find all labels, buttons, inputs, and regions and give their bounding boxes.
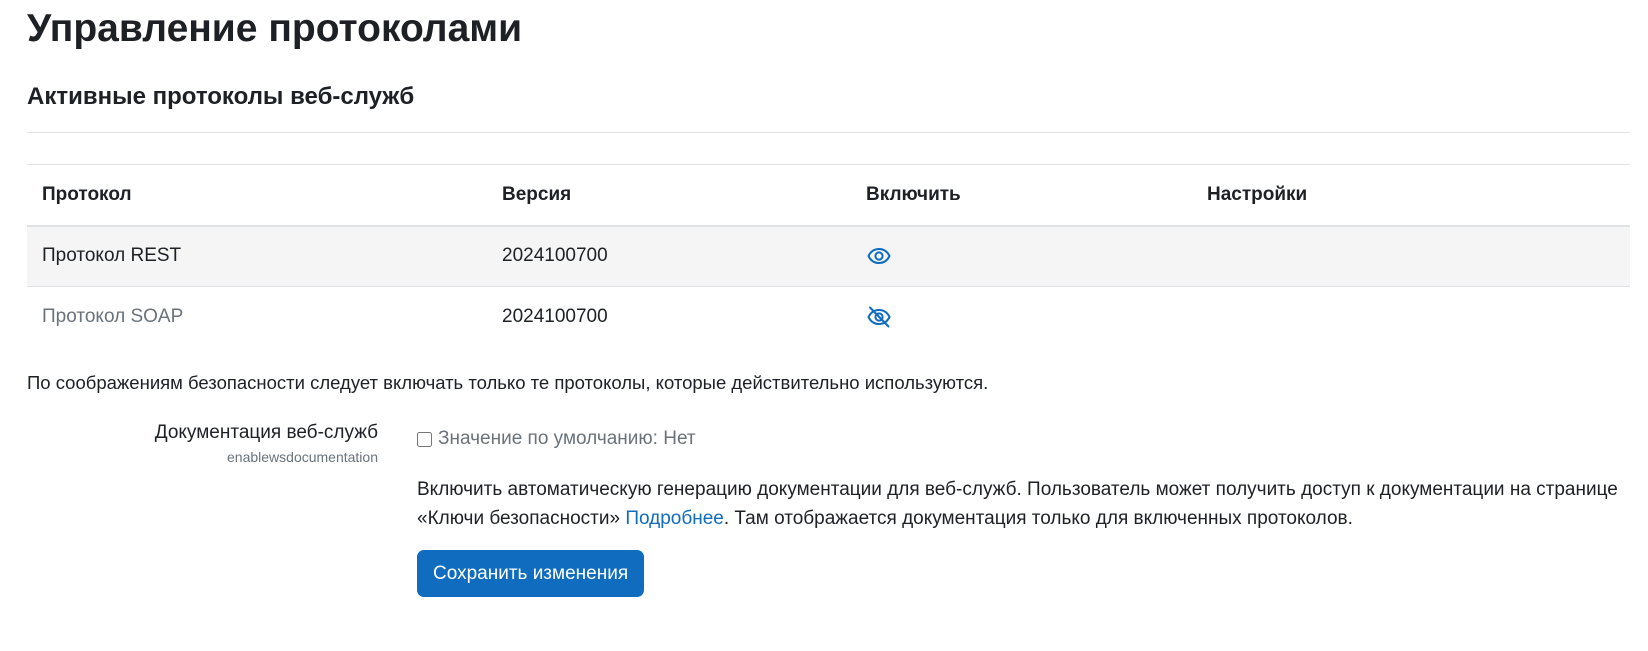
setting-key: enablewsdocumentation [227,449,378,465]
security-note: По соображениям безопасности следует вкл… [27,372,989,393]
protocols-table: Протокол Версия Включить Настройки Прото… [27,165,1630,347]
table-row: Протокол REST 2024100700 [27,226,1630,287]
divider [27,132,1630,133]
setting-name: Документация веб-служб [154,422,378,443]
header-enable: Включить [851,165,1192,227]
header-protocol: Протокол [27,165,487,227]
default-value-label: Значение по умолчанию: Нет [438,428,696,449]
protocol-version: 2024100700 [502,305,608,327]
eye-slash-icon[interactable] [866,304,892,330]
protocol-name: Протокол SOAP [42,305,184,327]
table-row: Протокол SOAP 2024100700 [27,286,1630,347]
header-version: Версия [487,165,851,227]
eye-icon[interactable] [866,243,892,269]
protocol-settings [1192,286,1630,347]
save-button[interactable]: Сохранить изменения [417,550,645,597]
setting-description: Включить автоматическую генерацию докуме… [417,475,1637,533]
default-value-checkbox[interactable]: Значение по умолчанию: Нет [417,427,696,451]
description-text-end: . Там отображается документация только д… [723,508,1353,529]
table-header-row: Протокол Версия Включить Настройки [27,165,1630,227]
setting-label: Документация веб-служб enablewsdocumenta… [155,420,378,466]
section-title: Активные протоколы веб-служб [27,83,415,110]
protocol-settings [1192,226,1630,287]
header-settings: Настройки [1192,165,1630,227]
protocol-version: 2024100700 [487,226,851,287]
protocol-name: Протокол REST [27,226,487,287]
page-title: Управление протоколами [27,7,523,50]
more-info-link[interactable]: Подробнее [625,508,724,529]
enablewsdocumentation-checkbox[interactable] [417,431,432,447]
